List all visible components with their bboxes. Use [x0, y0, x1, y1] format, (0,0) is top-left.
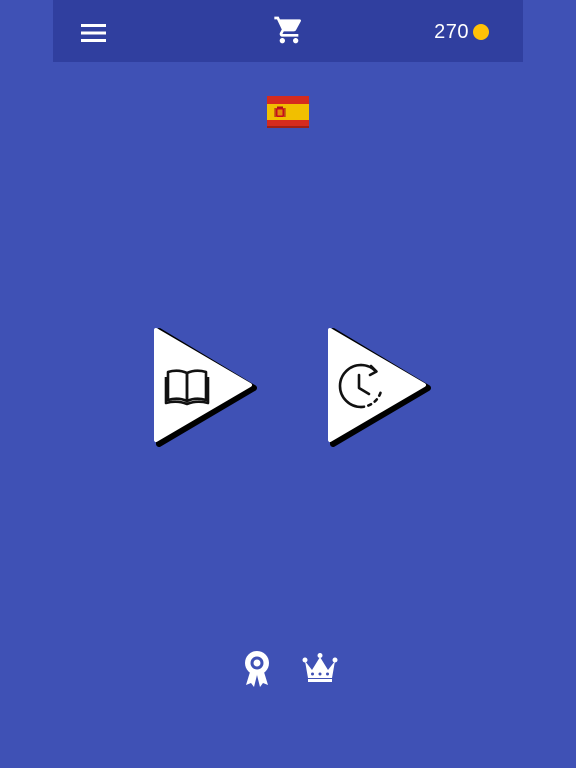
language-flag-button[interactable]: [267, 96, 309, 128]
top-app-bar: 270: [53, 0, 523, 62]
study-mode-button[interactable]: [150, 326, 260, 448]
award-ribbon-icon: [245, 651, 269, 687]
shop-button[interactable]: [273, 14, 305, 46]
spain-flag-icon: [267, 96, 309, 128]
menu-button[interactable]: [79, 20, 109, 46]
timed-mode-button[interactable]: [324, 326, 434, 448]
timed-play-triangle: [328, 328, 431, 447]
coin-balance: 270: [434, 19, 489, 45]
leaderboard-button[interactable]: [300, 648, 340, 688]
shopping-cart-icon: [274, 16, 302, 44]
coin-count: 270: [434, 20, 469, 43]
study-play-triangle: [154, 328, 257, 447]
hamburger-menu-icon: [81, 24, 106, 42]
crown-icon: [302, 653, 338, 682]
achievements-button[interactable]: [237, 648, 277, 688]
coin-icon: [473, 24, 489, 40]
